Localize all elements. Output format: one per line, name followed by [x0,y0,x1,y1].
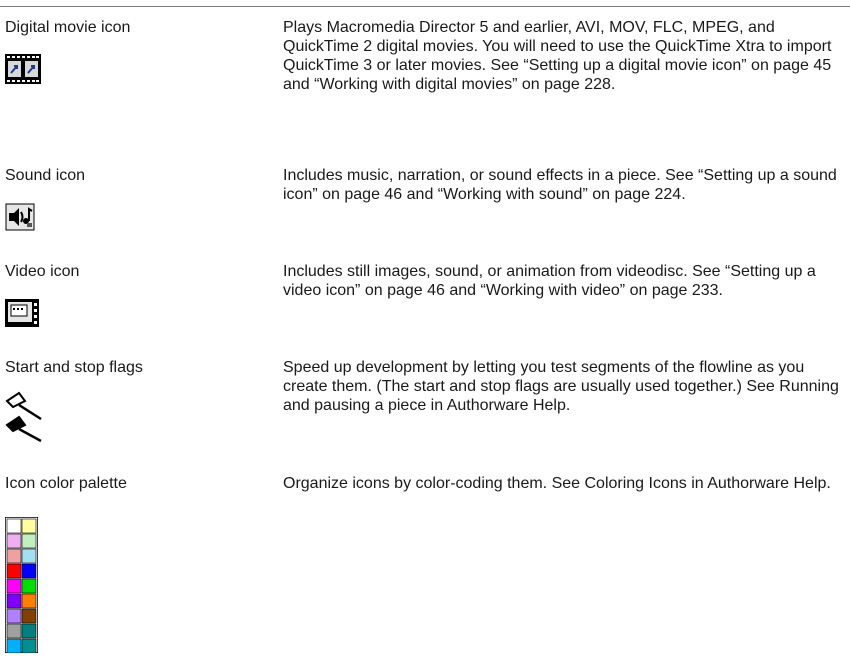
palette-swatch [21,593,37,609]
entry-description: Includes still images, sound, or animati… [283,263,816,299]
entry-description: Includes music, narration, or sound effe… [283,167,837,203]
top-divider [0,6,850,7]
entry-term: Start and stop flags [5,359,143,376]
palette-swatch [21,638,37,653]
video-icon [5,299,39,327]
palette-swatch [21,623,37,639]
palette-swatch [6,533,22,549]
palette-swatch [21,608,37,624]
entry-term: Icon color palette [5,475,127,492]
palette-swatch [6,578,22,594]
entry-term: Video icon [5,263,80,280]
entry-term: Digital movie icon [5,19,131,36]
palette-swatch [6,518,22,534]
entry-description: Organize icons by color-coding them. See… [283,475,831,492]
sound-icon [5,203,35,231]
entry-description: Speed up development by letting you test… [283,359,839,414]
palette-swatch [6,548,22,564]
color-palette-icon [5,517,38,653]
palette-swatch [21,548,37,564]
palette-swatch [21,518,37,534]
palette-swatch [21,563,37,579]
start-stop-flags-icon [5,391,45,443]
entry-description: Plays Macromedia Director 5 and earlier,… [283,19,832,93]
stop-flag-icon [5,415,42,443]
palette-swatch [6,638,22,653]
palette-swatch [21,533,37,549]
palette-swatch [21,578,37,594]
entry-term: Sound icon [5,167,86,184]
palette-swatch [6,563,22,579]
palette-swatch [6,608,22,624]
digital-movie-icon [5,54,41,84]
palette-swatch [6,623,22,639]
palette-swatch [6,593,22,609]
start-flag-icon [5,391,42,421]
